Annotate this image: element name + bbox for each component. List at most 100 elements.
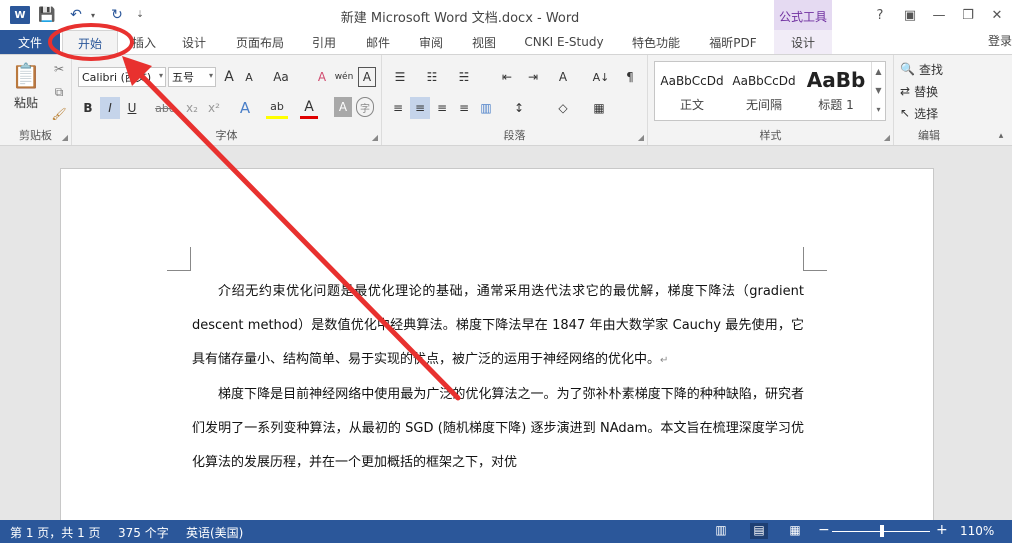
tab-mailings[interactable]: 邮件 (358, 30, 398, 54)
text-effects-icon[interactable]: A (234, 97, 256, 119)
document-page[interactable]: 介绍无约束优化问题是最优化理论的基础，通常采用迭代法求它的最优解，梯度下降法（g… (60, 168, 934, 520)
asian-layout-icon[interactable]: A (550, 67, 576, 87)
ribbon: 📋 粘贴 ✂ ⧉ 🖌 剪贴板 ◢ Calibri (西文) ▾ 五号 ▾ A A A… (0, 54, 1012, 146)
tab-cnki[interactable]: CNKI E-Study (518, 30, 610, 54)
print-layout-icon[interactable]: ▤ (750, 523, 768, 539)
word-count[interactable]: 375 个字 (118, 524, 169, 541)
bold-button[interactable]: B (78, 97, 98, 119)
tab-layout[interactable]: 页面布局 (228, 30, 292, 54)
style-no-spacing[interactable]: AaBbCcDd 无间隔 (729, 66, 799, 120)
language-indicator[interactable]: 英语(美国) (186, 524, 243, 541)
paragraph-launcher-icon[interactable]: ◢ (638, 133, 644, 142)
tab-review[interactable]: 审阅 (411, 30, 451, 54)
char-border-icon[interactable]: A (358, 67, 376, 87)
ribbon-tabs: 文件 开始 插入 设计 页面布局 引用 邮件 审阅 视图 CNKI E-Stud… (0, 30, 1012, 55)
binoculars-icon: 🔍 (900, 62, 915, 76)
tab-special[interactable]: 特色功能 (624, 30, 688, 54)
read-mode-icon[interactable]: ▥ (712, 523, 730, 539)
clipboard-launcher-icon[interactable]: ◢ (62, 133, 68, 142)
replace-label: 替换 (914, 84, 939, 99)
vertical-scrollbar[interactable] (996, 146, 1012, 520)
zoom-out-button[interactable]: − (818, 522, 830, 538)
zoom-slider-thumb[interactable] (880, 525, 884, 537)
tab-view[interactable]: 视图 (464, 30, 504, 54)
page-count[interactable]: 第 1 页，共 1 页 (10, 524, 101, 541)
copy-icon[interactable]: ⧉ (50, 83, 68, 101)
tab-insert[interactable]: 插入 (122, 30, 166, 54)
strikethrough-button[interactable]: abc (150, 97, 180, 119)
change-case-icon[interactable]: Aa (268, 67, 294, 87)
web-layout-icon[interactable]: ▦ (786, 523, 804, 539)
tab-file[interactable]: 文件 (0, 30, 60, 54)
font-color-icon[interactable]: A (300, 97, 318, 119)
style-sample: AaBb (806, 68, 866, 92)
sort-icon[interactable]: A↓ (590, 67, 612, 87)
collapse-ribbon-icon[interactable]: ▴ (994, 129, 1008, 143)
styles-launcher-icon[interactable]: ◢ (884, 133, 890, 142)
underline-button[interactable]: U (122, 97, 142, 119)
clear-format-icon[interactable]: A (312, 67, 332, 87)
decrease-indent-icon[interactable]: ⇤ (496, 67, 518, 87)
line-spacing-icon[interactable]: ↕ (506, 97, 532, 119)
minimize-button[interactable]: — (927, 4, 951, 26)
subscript-button[interactable]: x₂ (182, 97, 202, 119)
paste-button[interactable]: 粘贴 (6, 93, 46, 111)
document-area: 介绍无约束优化问题是最优化理论的基础，通常采用迭代法求它的最优解，梯度下降法（g… (0, 146, 1012, 520)
char-shading-icon[interactable]: A (334, 97, 352, 117)
borders-icon[interactable]: ▦ (586, 97, 612, 119)
help-icon[interactable]: ? (868, 4, 892, 26)
distributed-icon[interactable]: ▥ (476, 97, 496, 119)
enclose-char-icon[interactable]: 字 (356, 97, 374, 117)
zoom-level[interactable]: 110% (960, 524, 994, 538)
tab-foxit-pdf[interactable]: 福昕PDF (700, 30, 766, 54)
replace-button[interactable]: ⇄ 替换 (900, 81, 938, 101)
cut-icon[interactable]: ✂ (50, 60, 68, 78)
highlight-icon[interactable]: ab (266, 97, 288, 119)
ribbon-display-icon[interactable]: ▣ (898, 4, 922, 26)
multilevel-list-icon[interactable]: ☵ (452, 67, 476, 87)
font-size-combo[interactable]: 五号 ▾ (168, 67, 216, 87)
tab-equation-design[interactable]: 设计 (774, 30, 832, 54)
align-right-icon[interactable]: ≡ (432, 97, 452, 119)
tab-design[interactable]: 设计 (172, 30, 216, 54)
paste-icon[interactable]: 📋 (8, 61, 44, 91)
bullets-icon[interactable]: ☰ (388, 67, 412, 87)
style-sample: AaBbCcDd (732, 74, 796, 88)
superscript-button[interactable]: x² (204, 97, 224, 119)
restore-button[interactable]: ❐ (956, 4, 980, 26)
format-painter-icon[interactable]: 🖌 (50, 105, 68, 123)
paragraph-text: 梯度下降是目前神经网络中使用最为广泛的优化算法之一。为了弥补朴素梯度下降的种种缺… (192, 387, 804, 470)
style-name: 无间隔 (745, 98, 782, 112)
style-heading-1[interactable]: AaBb 标题 1 (801, 66, 871, 120)
grow-font-icon[interactable]: A (220, 67, 238, 87)
increase-indent-icon[interactable]: ⇥ (522, 67, 544, 87)
styles-scroll[interactable]: ▲ ▼ ▾ (871, 62, 885, 120)
font-name-combo[interactable]: Calibri (西文) ▾ (78, 67, 166, 87)
shrink-font-icon[interactable]: A (240, 67, 258, 87)
zoom-in-button[interactable]: + (936, 522, 948, 538)
login-link[interactable]: 登录 (988, 32, 1012, 49)
phonetic-guide-icon[interactable]: wén (334, 67, 354, 87)
find-button[interactable]: 🔍 查找 (900, 59, 943, 79)
style-normal[interactable]: AaBbCcDd 正文 (657, 66, 727, 120)
align-left-icon[interactable]: ≡ (388, 97, 408, 119)
numbering-icon[interactable]: ☷ (420, 67, 444, 87)
show-marks-icon[interactable]: ¶ (620, 67, 640, 87)
font-launcher-icon[interactable]: ◢ (372, 133, 378, 142)
tab-home[interactable]: 开始 (62, 30, 118, 55)
select-button[interactable]: ↖ 选择 (900, 103, 938, 123)
crop-mark-left (167, 247, 191, 271)
italic-button[interactable]: I (100, 97, 120, 119)
status-bar: 第 1 页，共 1 页 375 个字 英语(美国) ▥ ▤ ▦ − + 110% (0, 520, 1012, 543)
close-button[interactable]: ✕ (985, 4, 1009, 26)
styles-gallery: AaBbCcDd 正文 AaBbCcDd 无间隔 AaBb 标题 1 ▲ ▼ ▾ (654, 61, 886, 121)
justify-icon[interactable]: ≡ (454, 97, 474, 119)
document-body[interactable]: 介绍无约束优化问题是最优化理论的基础，通常采用迭代法求它的最优解，梯度下降法（g… (192, 275, 804, 480)
style-sample: AaBbCcDd (660, 74, 724, 88)
align-center-icon[interactable]: ≡ (410, 97, 430, 119)
tab-references[interactable]: 引用 (304, 30, 344, 54)
title-bar: W 💾 ↶ ▾ ↻ ⇣ 新建 Microsoft Word 文档.docx - … (0, 0, 1012, 30)
group-clipboard: 📋 粘贴 ✂ ⧉ 🖌 剪贴板 ◢ (0, 55, 72, 145)
shading-icon[interactable]: ◇ (550, 97, 576, 119)
group-font: Calibri (西文) ▾ 五号 ▾ A A Aa A wén A B I U a… (72, 55, 382, 145)
